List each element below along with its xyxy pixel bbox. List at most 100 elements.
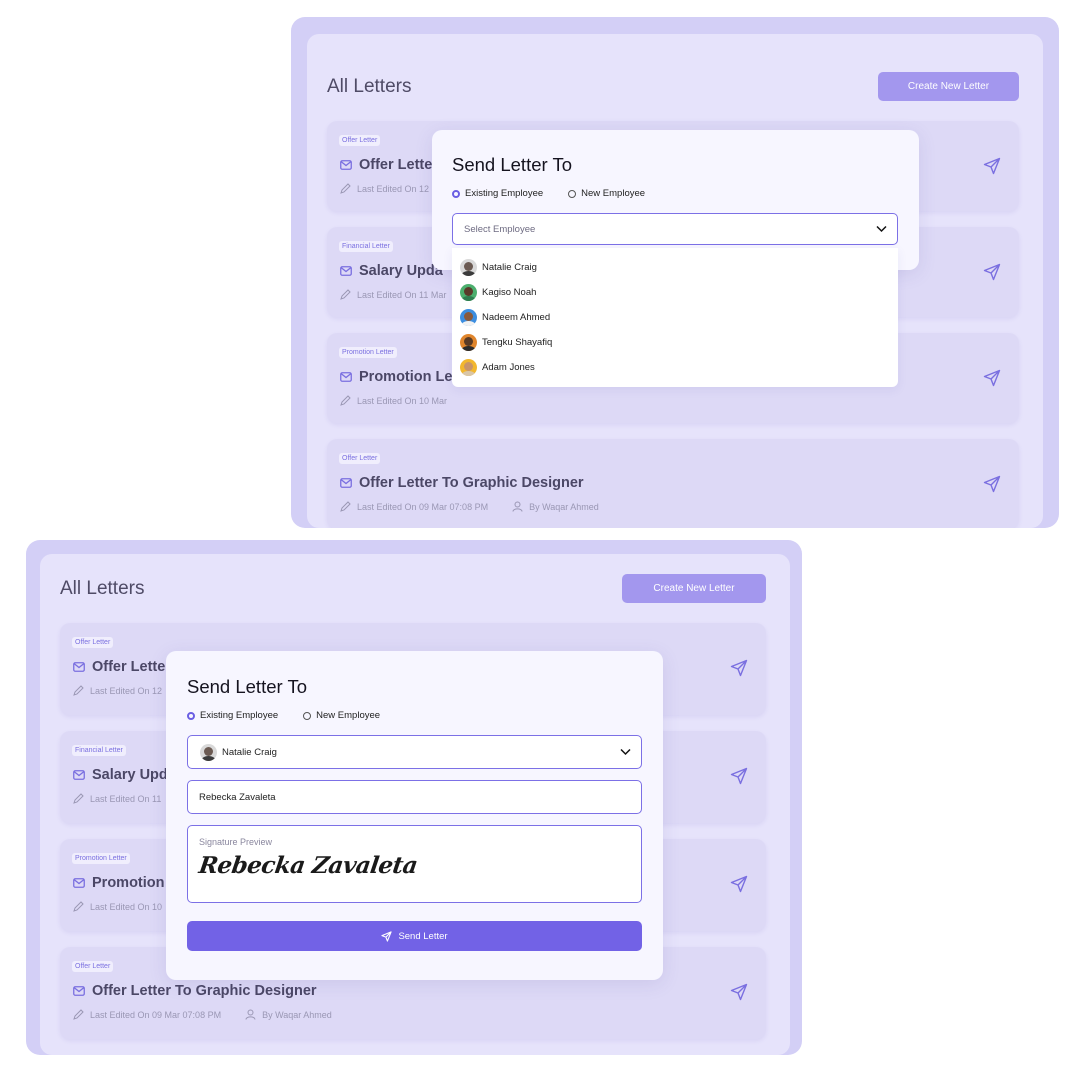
letter-card[interactable]: Offer Letter Offer Letter To Graphic Des… [327,439,1019,528]
radio-new-employee[interactable]: New Employee [303,710,380,721]
employee-name: Adam Jones [482,362,535,373]
employee-option[interactable]: Nadeem Ahmed [460,309,550,326]
author-text: By Waqar Ahmed [529,501,599,512]
author-text: By Waqar Ahmed [262,1009,332,1020]
mail-icon [340,372,352,382]
modal-title: Send Letter To [187,676,307,697]
avatar [460,284,477,301]
letter-meta: Last Edited On 12 [73,685,162,696]
send-letter-button[interactable]: Send Letter [187,921,642,951]
last-edited-text: Last Edited On 10 [90,901,163,912]
send-icon[interactable] [983,157,1001,175]
employee-option[interactable]: Natalie Craig [460,259,537,276]
employee-name: Kagiso Noah [482,287,537,298]
page-title: All Letters [60,578,145,599]
modal-title: Send Letter To [452,154,572,175]
avatar [460,334,477,351]
pencil-icon [73,901,84,912]
last-edited-text: Last Edited On 12 [357,183,430,194]
letter-title-text: Salary Upda [359,263,443,279]
recipient-type-radio-group: Existing Employee New Employee [187,710,405,721]
employee-option[interactable]: Tengku Shayafiq [460,334,552,351]
radio-selected-icon [452,189,460,198]
radio-unselected-icon [568,189,577,198]
category-badge: Promotion Letter [339,347,397,358]
letter-meta: Last Edited On 11 Mar [340,289,446,300]
radio-existing-employee[interactable]: Existing Employee [187,710,278,721]
send-icon[interactable] [983,263,1001,281]
signer-name-input[interactable]: Rebecka Zavaleta [187,780,642,814]
mail-icon [340,266,352,276]
send-icon[interactable] [730,659,748,677]
letter-title: Offer Letter To Graphic Designer [340,475,584,491]
send-icon [381,930,393,942]
radio-selected-icon [187,711,195,720]
last-edited-text: Last Edited On 09 Mar 07:08 PM [90,1009,222,1020]
category-badge: Offer Letter [339,453,381,464]
chevron-down-icon [620,748,631,756]
signature-preview: Signature Preview Rebecka Zavaleta [187,825,642,903]
user-icon [245,1009,256,1020]
last-edited-text: Last Edited On 11 Mar [357,289,447,300]
letter-meta: Last Edited On 12 [340,183,429,194]
send-icon[interactable] [983,369,1001,387]
employee-select[interactable]: Select Employee [452,213,898,245]
send-icon[interactable] [983,475,1001,493]
radio-label: New Employee [581,188,646,199]
avatar [460,359,477,376]
send-icon[interactable] [730,983,748,1001]
mail-icon [73,986,85,996]
last-edited-text: Last Edited On 10 Mar [357,395,448,406]
letter-title-text: Promotion Let [359,369,458,385]
last-edited-text: Last Edited On 11 [90,793,162,804]
radio-new-employee[interactable]: New Employee [568,188,645,199]
create-new-letter-button[interactable]: Create New Letter [622,574,766,603]
employee-name: Nadeem Ahmed [482,312,551,323]
employee-option[interactable]: Adam Jones [460,359,535,376]
mail-icon [73,878,85,888]
category-badge: Financial Letter [339,241,393,252]
letter-meta: Last Edited On 11 [73,793,161,804]
select-placeholder: Select Employee [464,223,536,235]
send-icon[interactable] [730,875,748,893]
letter-meta: Last Edited On 10 Mar [340,395,447,406]
letter-meta: Last Edited On 09 Mar 07:08 PM By Waqar … [340,501,599,512]
user-icon [512,501,523,512]
pencil-icon [340,183,351,194]
signature-text: Rebecka Zavaleta [197,852,420,879]
author: By Waqar Ahmed [245,1009,332,1020]
mail-icon [73,770,85,780]
last-edited-text: Last Edited On 09 Mar 07:08 PM [357,501,489,512]
page-title: All Letters [327,76,412,97]
radio-existing-employee[interactable]: Existing Employee [452,188,543,199]
pencil-icon [340,395,351,406]
mail-icon [340,160,352,170]
pencil-icon [73,793,84,804]
pencil-icon [340,289,351,300]
employee-select[interactable]: Natalie Craig [187,735,642,769]
employee-name: Tengku Shayafiq [482,337,553,348]
letter-title-text: Offer Letter To Graphic Designer [359,475,584,491]
letter-title: Salary Upda [340,263,443,279]
letter-title: Promotion [73,875,165,891]
category-badge: Promotion Letter [72,853,130,864]
chevron-down-icon [876,225,887,233]
recipient-type-radio-group: Existing Employee New Employee [452,188,670,199]
send-icon[interactable] [730,767,748,785]
category-badge: Offer Letter [72,637,114,648]
letter-title: Offer Letter [73,659,171,675]
create-new-letter-button[interactable]: Create New Letter [878,72,1019,101]
letter-title-text: Offer Letter To Graphic Designer [92,983,317,999]
employee-option[interactable]: Kagiso Noah [460,284,536,301]
letter-title-text: Salary Upda [92,767,176,783]
send-letter-label: Send Letter [398,930,448,942]
mail-icon [340,478,352,488]
letter-title-text: Promotion [92,875,165,891]
letter-meta: Last Edited On 09 Mar 07:08 PM By Waqar … [73,1009,332,1020]
letter-title: Salary Upda [73,767,176,783]
category-badge: Offer Letter [339,135,381,146]
letter-title-text: Offer Letter [359,157,438,173]
letter-title: Offer Letter [340,157,438,173]
avatar [460,259,477,276]
employee-name: Natalie Craig [482,262,537,273]
